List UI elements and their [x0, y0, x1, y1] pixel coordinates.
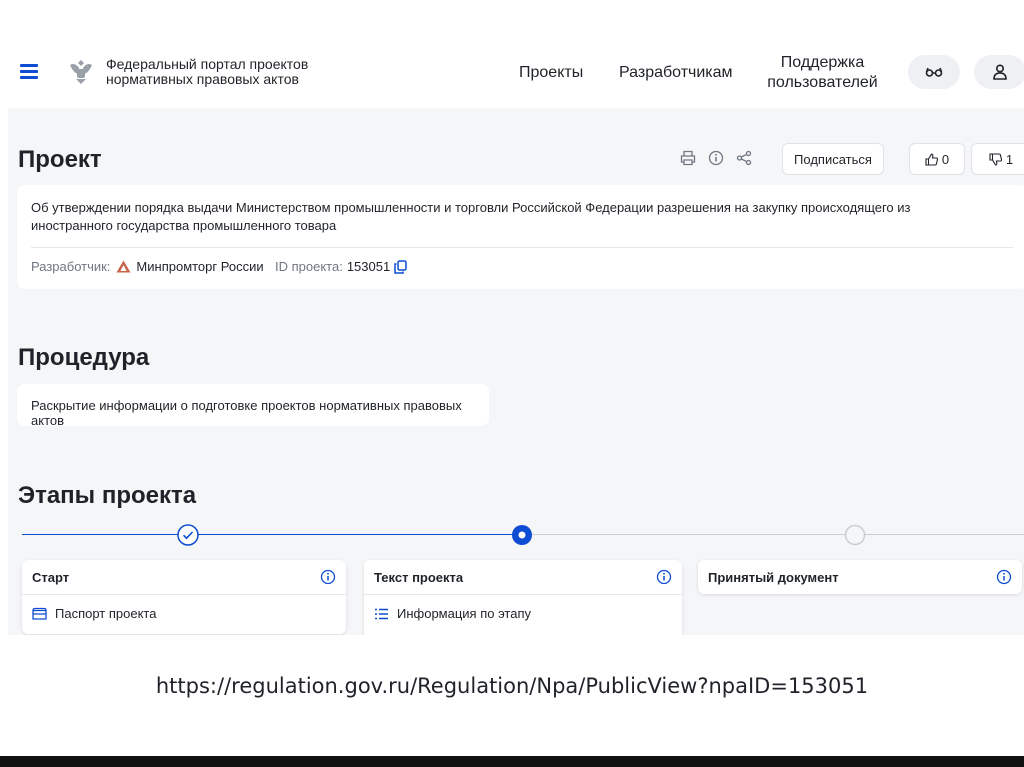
- coat-of-arms-icon[interactable]: [66, 56, 96, 86]
- stage-card-start: Старт Паспорт проекта: [22, 560, 346, 634]
- menu-icon[interactable]: [20, 64, 38, 80]
- like-button[interactable]: 0: [909, 143, 965, 175]
- procedure-heading: Процедура: [18, 344, 150, 371]
- stages-progress-completed: [22, 534, 522, 535]
- user-icon: [993, 64, 1007, 80]
- ministry-logo-icon: [116, 260, 131, 273]
- like-count: 0: [941, 151, 950, 167]
- stage-header: Текст проекта: [364, 560, 682, 594]
- copy-icon[interactable]: [394, 259, 407, 274]
- bottom-bar: [0, 756, 1024, 767]
- thumbs-up-icon: [925, 152, 938, 166]
- thumbs-down-icon: [989, 152, 1002, 166]
- stage-completed-check-icon: [177, 524, 199, 546]
- nav-projects[interactable]: Проекты: [519, 38, 583, 108]
- profile-button[interactable]: [974, 55, 1024, 89]
- stages-progress-remaining: [522, 534, 1024, 535]
- subscribe-button[interactable]: Подписаться: [782, 143, 884, 175]
- stage-link-label: Информация по этапу: [397, 606, 532, 621]
- stage-link-label: Паспорт проекта: [55, 606, 157, 621]
- print-icon[interactable]: [680, 150, 696, 166]
- caption-url: https://regulation.gov.ru/Regulation/Npa…: [155, 674, 869, 698]
- stage-info-icon[interactable]: [656, 569, 672, 585]
- stage-link-passport[interactable]: Паспорт проекта: [22, 594, 346, 632]
- glasses-icon: [925, 67, 943, 77]
- stages-heading: Этапы проекта: [18, 482, 197, 509]
- stage-title: Текст проекта: [374, 569, 464, 585]
- dislike-count: 1: [1005, 151, 1014, 167]
- developer-info: Разработчик: Минпромторг России: [31, 259, 264, 274]
- stage-header: Старт: [22, 560, 346, 594]
- stage-current-dot-icon: [512, 525, 532, 545]
- procedure-text: Раскрытие информации о подготовке проект…: [31, 398, 462, 428]
- developer-name[interactable]: Минпромторг России: [136, 259, 263, 274]
- folder-icon: [32, 607, 47, 620]
- main-content: Проект Подписаться 0 1 Об утверждении по…: [8, 108, 1024, 635]
- list-icon: [375, 608, 388, 619]
- slide-frame: Федеральный портал проектов нормативных …: [0, 0, 1024, 767]
- accessibility-button[interactable]: [908, 55, 960, 89]
- nav-developers[interactable]: Разработчикам: [619, 38, 733, 108]
- developer-label: Разработчик:: [31, 259, 111, 274]
- stage-card-text: Текст проекта Информация по этапу: [364, 560, 682, 635]
- stage-info-icon[interactable]: [320, 569, 336, 585]
- stage-link-info[interactable]: Информация по этапу: [364, 594, 682, 632]
- stage-title: Старт: [32, 569, 70, 585]
- portal-title[interactable]: Федеральный портал проектов нормативных …: [106, 57, 346, 87]
- id-label: ID проекта:: [275, 259, 343, 274]
- stage-title: Принятый документ: [708, 569, 839, 585]
- stage-header: Принятый документ: [698, 560, 1022, 594]
- project-toolbar: [680, 150, 752, 166]
- divider: [31, 247, 1013, 248]
- info-icon[interactable]: [708, 150, 724, 166]
- stage-card-adopted: Принятый документ: [698, 560, 1022, 594]
- stage-pending-circle-icon: [844, 524, 866, 546]
- dislike-button[interactable]: 1: [971, 143, 1024, 175]
- stage-info-icon[interactable]: [996, 569, 1012, 585]
- nav-support[interactable]: Поддержка пользователей: [750, 38, 895, 108]
- procedure-card: Раскрытие информации о подготовке проект…: [17, 384, 489, 428]
- site-header: Федеральный портал проектов нормативных …: [8, 38, 1024, 108]
- project-title: Об утверждении порядка выдачи Министерст…: [31, 200, 911, 233]
- project-id: ID проекта: 153051: [275, 259, 407, 274]
- project-heading: Проект: [18, 146, 102, 173]
- project-card: Об утверждении порядка выдачи Министерст…: [17, 185, 1024, 289]
- id-value: 153051: [346, 259, 391, 274]
- share-icon[interactable]: [736, 150, 752, 166]
